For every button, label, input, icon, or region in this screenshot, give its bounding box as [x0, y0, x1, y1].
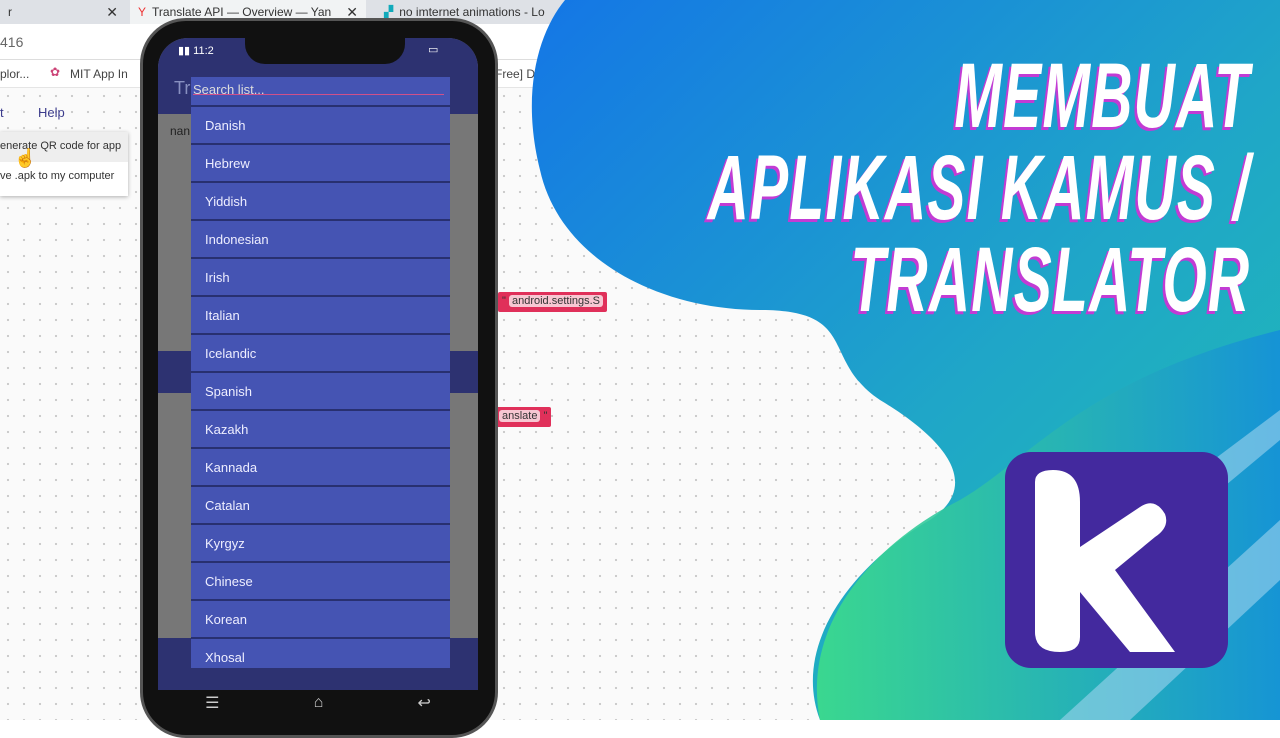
list-item[interactable]: Indonesian [191, 219, 450, 257]
phone-notch [245, 36, 405, 64]
list-item[interactable]: Korean [191, 599, 450, 637]
list-item[interactable]: Danish [191, 105, 450, 143]
list-item[interactable]: Italian [191, 295, 450, 333]
search-list-input[interactable]: Search list... [191, 77, 450, 105]
list-item[interactable]: Kyrgyz [191, 523, 450, 561]
search-placeholder: Search list... [193, 82, 265, 97]
status-bar: ▮▮ 11:2 [178, 45, 214, 57]
app-title: Tr [174, 78, 191, 98]
language-list-picker: Search list... Danish Hebrew Yiddish Indone… [191, 77, 450, 668]
home-icon[interactable]: ⌂ [314, 694, 324, 712]
list-item[interactable]: Kannada [191, 447, 450, 485]
android-nav-bar: ☰ ⌂ ↩ [158, 690, 478, 716]
title-line: MEMBUAT [954, 45, 1250, 147]
list-item[interactable]: Hebrew [191, 143, 450, 181]
list-item[interactable]: Catalan [191, 485, 450, 523]
list-item[interactable]: Chinese [191, 561, 450, 599]
menu-icon[interactable]: ☰ [205, 693, 219, 713]
channel-logo [1005, 452, 1228, 668]
title-line: APLIKASI KAMUS / [707, 137, 1250, 239]
battery-icon: ▭ [428, 44, 439, 56]
back-icon[interactable]: ↩ [417, 693, 430, 713]
list-item[interactable]: Irish [191, 257, 450, 295]
list-item[interactable]: Xhosal [191, 637, 450, 675]
label-text: nan [170, 124, 191, 138]
status-time: 11:2 [193, 45, 214, 57]
list-item[interactable]: Yiddish [191, 181, 450, 219]
list-item[interactable]: Kazakh [191, 409, 450, 447]
list-item[interactable]: Icelandic [191, 333, 450, 371]
thumbnail-title: MEMBUAT APLIKASI KAMUS / TRANSLATOR [707, 50, 1250, 326]
title-line: TRANSLATOR [849, 229, 1250, 331]
k-logo-icon [1035, 470, 1175, 652]
list-item[interactable]: Spanish [191, 371, 450, 409]
